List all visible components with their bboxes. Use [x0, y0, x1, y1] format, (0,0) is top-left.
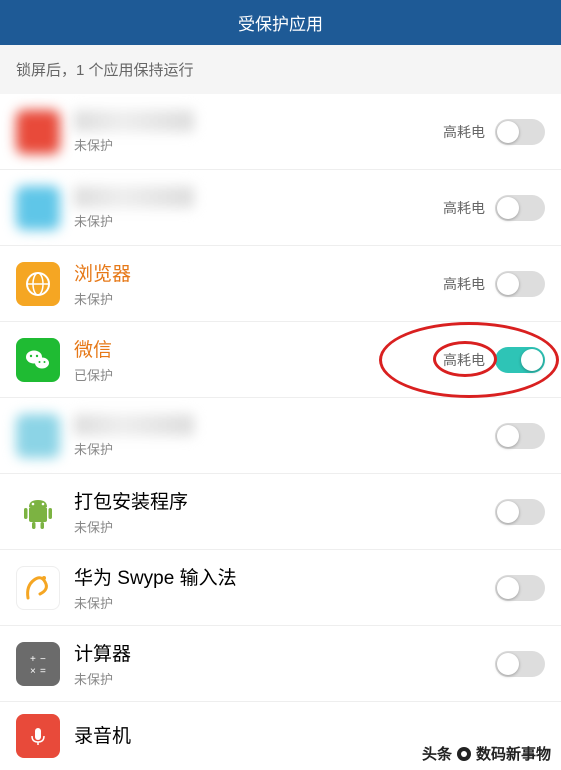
app-row: 华为 Swype 输入法未保护 — [0, 550, 561, 626]
app-info: 未保护 — [74, 414, 495, 458]
protect-toggle[interactable] — [495, 347, 545, 373]
app-status: 已保护 — [74, 365, 443, 384]
wechat-icon — [16, 338, 60, 382]
high-power-badge: 高耗电 — [443, 198, 485, 218]
protect-toggle[interactable] — [495, 195, 545, 221]
svg-text:−: − — [40, 654, 46, 665]
app-icon — [16, 186, 60, 230]
app-info: 打包安装程序未保护 — [74, 487, 495, 536]
high-power-badge: 高耗电 — [443, 122, 485, 142]
page-title: 受保护应用 — [238, 15, 323, 34]
app-row: 微信已保护高耗电 — [0, 322, 561, 398]
app-name: 浏览器 — [74, 259, 443, 286]
app-row: +−× = 计算器未保护 — [0, 626, 561, 702]
app-name — [74, 110, 194, 132]
app-row: 未保护高耗电 — [0, 170, 561, 246]
app-icon — [16, 110, 60, 154]
app-status: 未保护 — [74, 135, 443, 154]
app-info: 计算器未保护 — [74, 639, 495, 688]
app-status: 未保护 — [74, 439, 495, 458]
swype-icon — [16, 566, 60, 610]
page-header: 受保护应用 — [0, 0, 561, 45]
app-name — [74, 414, 194, 436]
app-info: 未保护 — [74, 110, 443, 154]
app-name: 打包安装程序 — [74, 487, 495, 514]
browser-icon — [16, 262, 60, 306]
high-power-badge: 高耗电 — [443, 350, 485, 370]
watermark: 头条 数码新事物 — [422, 743, 551, 764]
app-name: 微信 — [74, 335, 443, 362]
protect-toggle[interactable] — [495, 575, 545, 601]
calc-icon: +−× = — [16, 642, 60, 686]
app-row: 打包安装程序未保护 — [0, 474, 561, 550]
subtitle: 锁屏后，1 个应用保持运行 — [0, 45, 561, 94]
app-status: 未保护 — [74, 517, 495, 536]
high-power-badge: 高耗电 — [443, 274, 485, 294]
app-name — [74, 186, 194, 208]
svg-text:+: + — [30, 654, 36, 665]
protect-toggle[interactable] — [495, 423, 545, 449]
app-status: 未保护 — [74, 669, 495, 688]
app-name: 计算器 — [74, 639, 495, 666]
app-row: 未保护高耗电 — [0, 94, 561, 170]
protect-toggle[interactable] — [495, 119, 545, 145]
app-row: 浏览器未保护高耗电 — [0, 246, 561, 322]
app-row: 未保护 — [0, 398, 561, 474]
android-icon — [16, 490, 60, 534]
app-info: 华为 Swype 输入法未保护 — [74, 563, 495, 612]
protect-toggle[interactable] — [495, 271, 545, 297]
app-info: 未保护 — [74, 186, 443, 230]
app-icon — [16, 414, 60, 458]
protect-toggle[interactable] — [495, 651, 545, 677]
app-info: 微信已保护 — [74, 335, 443, 384]
app-name: 华为 Swype 输入法 — [74, 563, 495, 590]
svg-text:=: = — [40, 666, 46, 677]
app-info: 浏览器未保护 — [74, 259, 443, 308]
svg-text:×: × — [30, 666, 36, 677]
app-list: 未保护高耗电 未保护高耗电浏览器未保护高耗电微信已保护高耗电 未保护打包安装程序… — [0, 94, 561, 770]
app-status: 未保护 — [74, 289, 443, 308]
app-status: 未保护 — [74, 593, 495, 612]
recorder-icon — [16, 714, 60, 758]
app-status: 未保护 — [74, 211, 443, 230]
protect-toggle[interactable] — [495, 499, 545, 525]
